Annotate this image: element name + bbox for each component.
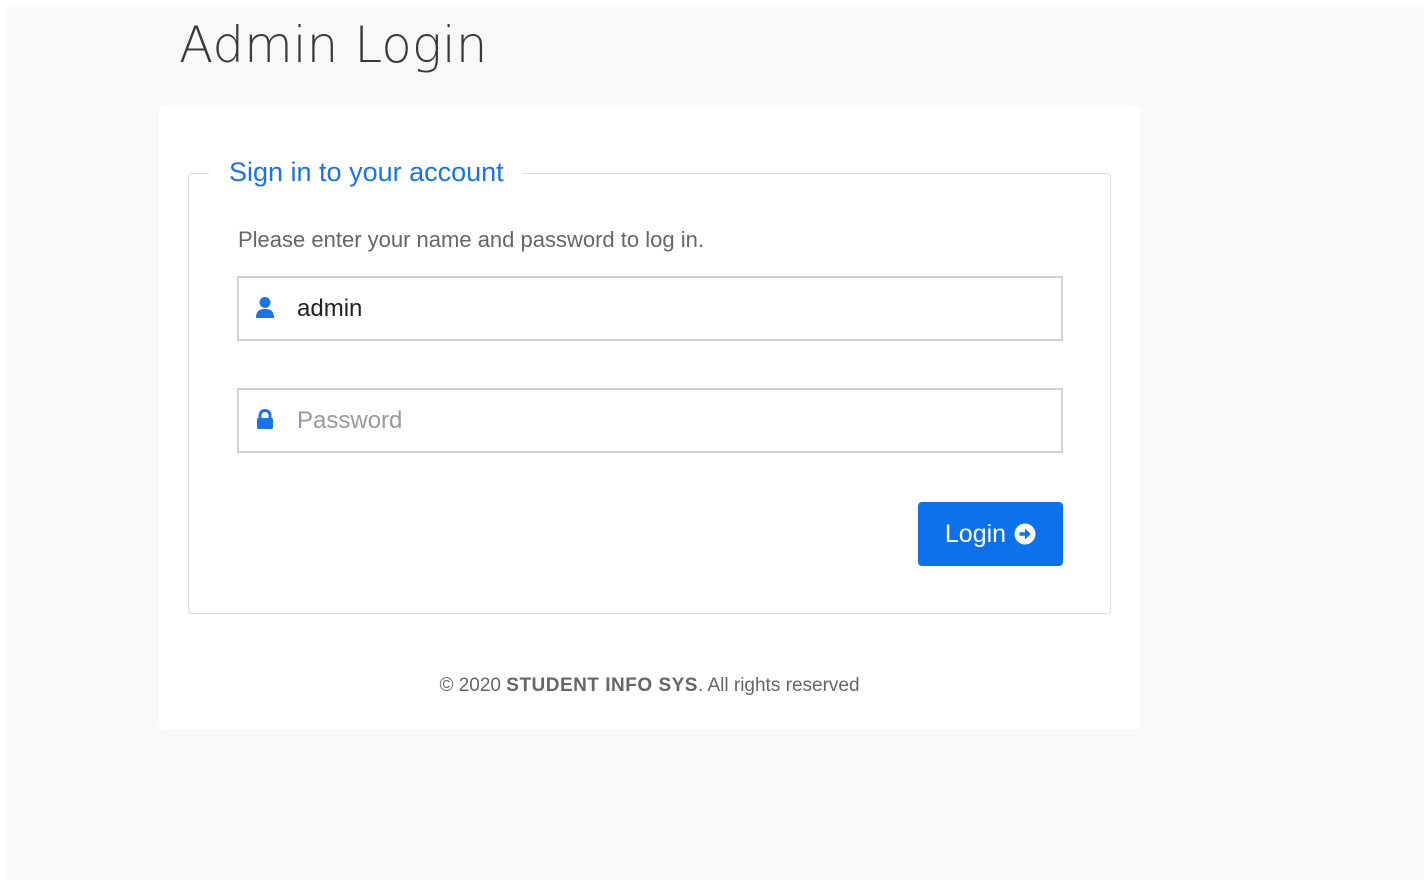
arrow-circle-right-icon [1014,523,1036,545]
login-button[interactable]: Login [918,502,1063,566]
password-input[interactable] [297,390,1037,451]
lock-icon [254,408,276,432]
login-legend: Sign in to your account [209,152,522,192]
username-input[interactable] [297,278,1037,339]
footer-brand: STUDENT INFO SYS [506,675,698,696]
login-instructions: Please enter your name and password to l… [238,227,704,252]
username-field-group [237,276,1063,341]
footer-copyright: © 2020 [439,675,501,696]
footer: © 2020 STUDENT INFO SYS. All rights rese… [159,673,1140,699]
login-card: Sign in to your account Please enter you… [159,105,1140,729]
footer-rights: . All rights reserved [697,675,860,696]
user-icon [254,296,276,320]
login-fieldset: Sign in to your account Please enter you… [188,152,1111,614]
login-button-label: Login [944,519,1007,548]
password-field-group [237,388,1063,453]
page-title: Admin Login [179,16,488,74]
